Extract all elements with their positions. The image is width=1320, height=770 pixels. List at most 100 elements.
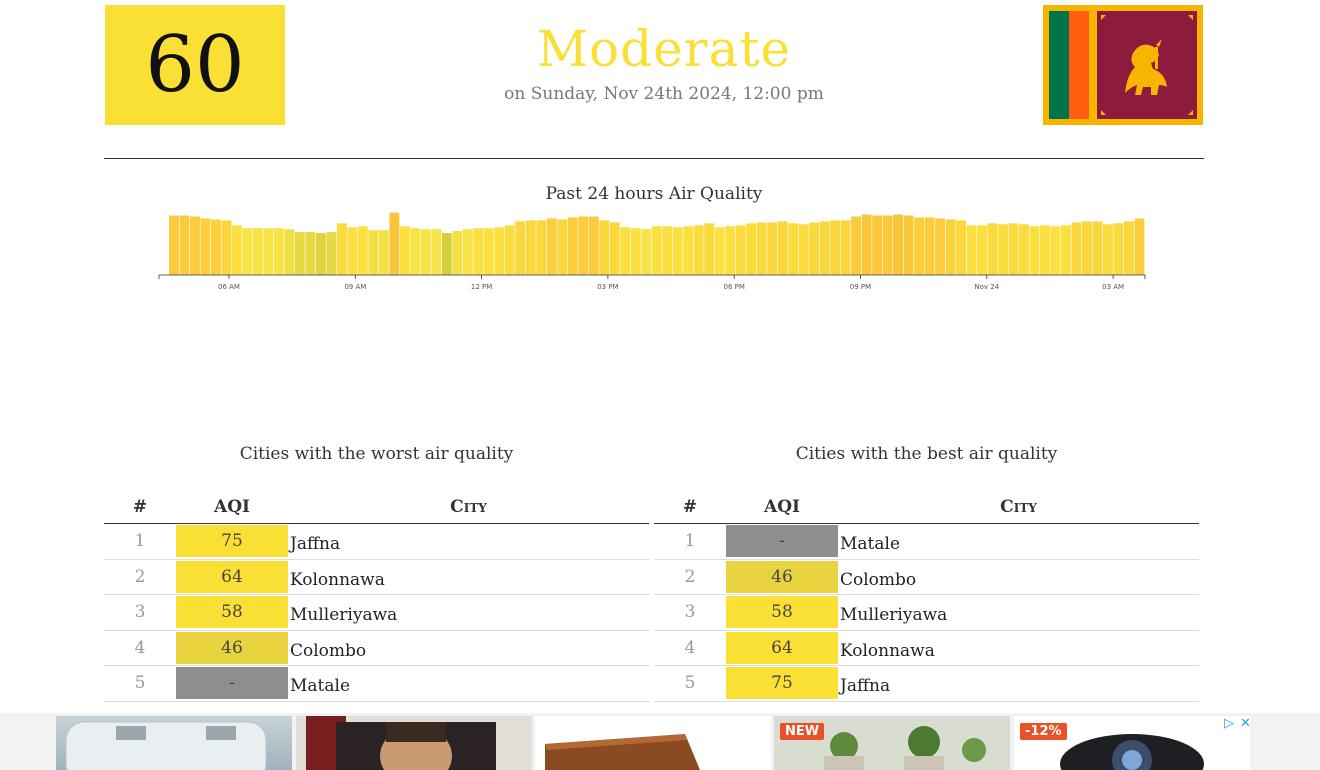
close-ad-icon[interactable]: ✕ (1240, 716, 1251, 731)
chart-bar[interactable] (693, 225, 704, 275)
chart-bar[interactable] (452, 231, 463, 275)
chart-bar[interactable] (326, 232, 337, 275)
chart-bar[interactable] (998, 224, 1008, 275)
chart-bar[interactable] (882, 215, 893, 275)
chart-bar[interactable] (704, 223, 715, 275)
chart-bar[interactable] (378, 230, 389, 275)
chart-bar[interactable] (1134, 218, 1145, 275)
table-row[interactable]: 1 - Matale (654, 524, 1199, 560)
chart-bar[interactable] (630, 228, 641, 275)
chart-bar[interactable] (893, 214, 904, 275)
chart-bar[interactable] (840, 220, 851, 275)
chart-bar[interactable] (284, 229, 295, 275)
adchoices-icon[interactable]: ▷ (1224, 716, 1234, 731)
chart-bar[interactable] (1082, 221, 1092, 275)
city-link[interactable]: Colombo (288, 635, 649, 661)
chart-bar[interactable] (525, 220, 536, 275)
chart-bar[interactable] (903, 215, 914, 275)
ad-banner[interactable]: NEW -12% ▷ ✕ (0, 713, 1320, 770)
chart-bar[interactable] (798, 224, 809, 275)
city-link[interactable]: Jaffna (838, 670, 1199, 696)
chart-bar[interactable] (1050, 226, 1061, 275)
city-link[interactable]: Kolonnawa (288, 564, 649, 590)
chart-bar[interactable] (924, 217, 935, 275)
chart-bar[interactable] (515, 221, 526, 275)
table-row[interactable]: 5 75 Jaffna (654, 666, 1199, 702)
chart-bar[interactable] (725, 226, 736, 275)
chart-bar[interactable] (473, 228, 484, 275)
chart-bar[interactable] (872, 215, 883, 275)
chart-bar[interactable] (294, 232, 305, 275)
chart-bar[interactable] (389, 212, 400, 275)
chart-bar[interactable] (935, 218, 946, 275)
chart-bar[interactable] (504, 225, 515, 275)
chart-bar[interactable] (189, 216, 200, 276)
chart-bar[interactable] (1029, 226, 1040, 275)
chart-bar[interactable] (273, 228, 284, 275)
chart-bar[interactable] (494, 227, 505, 275)
chart-bar[interactable] (357, 226, 368, 275)
chart-bar[interactable] (714, 227, 725, 275)
chart-bar[interactable] (1019, 224, 1029, 275)
chart-bar[interactable] (1092, 221, 1103, 275)
chart-bar[interactable] (861, 214, 872, 275)
city-link[interactable]: Mulleriyawa (288, 599, 649, 625)
table-row[interactable]: 2 46 Colombo (654, 560, 1199, 595)
chart-bar[interactable] (956, 220, 966, 275)
table-row[interactable]: 3 58 Mulleriyawa (654, 595, 1199, 631)
chart-bar[interactable] (641, 229, 652, 275)
chart-bar[interactable] (420, 229, 431, 275)
chart-bar[interactable] (735, 225, 746, 275)
chart-bar[interactable] (431, 229, 442, 275)
chart-bar[interactable] (987, 223, 998, 275)
chart-bar[interactable] (242, 228, 253, 275)
chart-bar[interactable] (609, 222, 620, 275)
table-row[interactable]: 4 46 Colombo (104, 631, 649, 666)
chart-bar[interactable] (1040, 225, 1050, 275)
chart-bar[interactable] (588, 216, 599, 276)
city-link[interactable]: Jaffna (288, 528, 649, 554)
chart-bar[interactable] (263, 228, 274, 275)
table-row[interactable]: 5 - Matale (104, 666, 649, 702)
ad-item-projector[interactable]: -12% (1014, 716, 1250, 770)
city-link[interactable]: Colombo (838, 564, 1199, 590)
chart-bar[interactable] (567, 217, 578, 275)
chart-bar[interactable] (410, 228, 421, 275)
table-row[interactable]: 4 64 Kolonnawa (654, 631, 1199, 666)
chart-bar[interactable] (830, 220, 841, 275)
chart-bar[interactable] (1103, 224, 1113, 275)
chart-bar[interactable] (1008, 223, 1019, 275)
chart-bar[interactable] (1061, 225, 1071, 275)
ad-item-book[interactable] (296, 716, 532, 770)
chart-bar[interactable] (651, 226, 662, 275)
chart-bar[interactable] (851, 216, 862, 276)
chart-bar[interactable] (221, 220, 232, 275)
chart-bar[interactable] (945, 219, 956, 275)
chart-bar[interactable] (305, 232, 316, 275)
chart-bar[interactable] (252, 228, 263, 275)
chart-bar[interactable] (210, 219, 221, 275)
ad-item-planters[interactable]: NEW (774, 716, 1010, 770)
city-link[interactable]: Kolonnawa (838, 635, 1199, 661)
chart-bar[interactable] (1124, 221, 1134, 275)
chart-bar[interactable] (777, 221, 788, 275)
table-row[interactable]: 1 75 Jaffna (104, 524, 649, 560)
chart-bar[interactable] (662, 226, 673, 275)
chart-bar[interactable] (599, 220, 610, 275)
chart-bar[interactable] (1113, 223, 1124, 275)
chart-bar[interactable] (179, 215, 190, 275)
chart-bar[interactable] (368, 230, 379, 275)
chart-bar[interactable] (819, 221, 830, 275)
chart-bar[interactable] (746, 223, 757, 275)
chart-bar[interactable] (231, 225, 242, 275)
ad-item-toilet-seat[interactable] (56, 716, 292, 770)
chart-bar[interactable] (200, 218, 211, 275)
chart-bar[interactable] (977, 225, 987, 275)
chart-bar[interactable] (1071, 222, 1082, 275)
chart-bar[interactable] (557, 219, 568, 275)
chart-bar[interactable] (756, 222, 767, 275)
chart-bar[interactable] (914, 217, 925, 275)
chart-bar[interactable] (462, 229, 473, 275)
chart-bar[interactable] (483, 228, 494, 275)
chart-bar[interactable] (336, 223, 347, 275)
